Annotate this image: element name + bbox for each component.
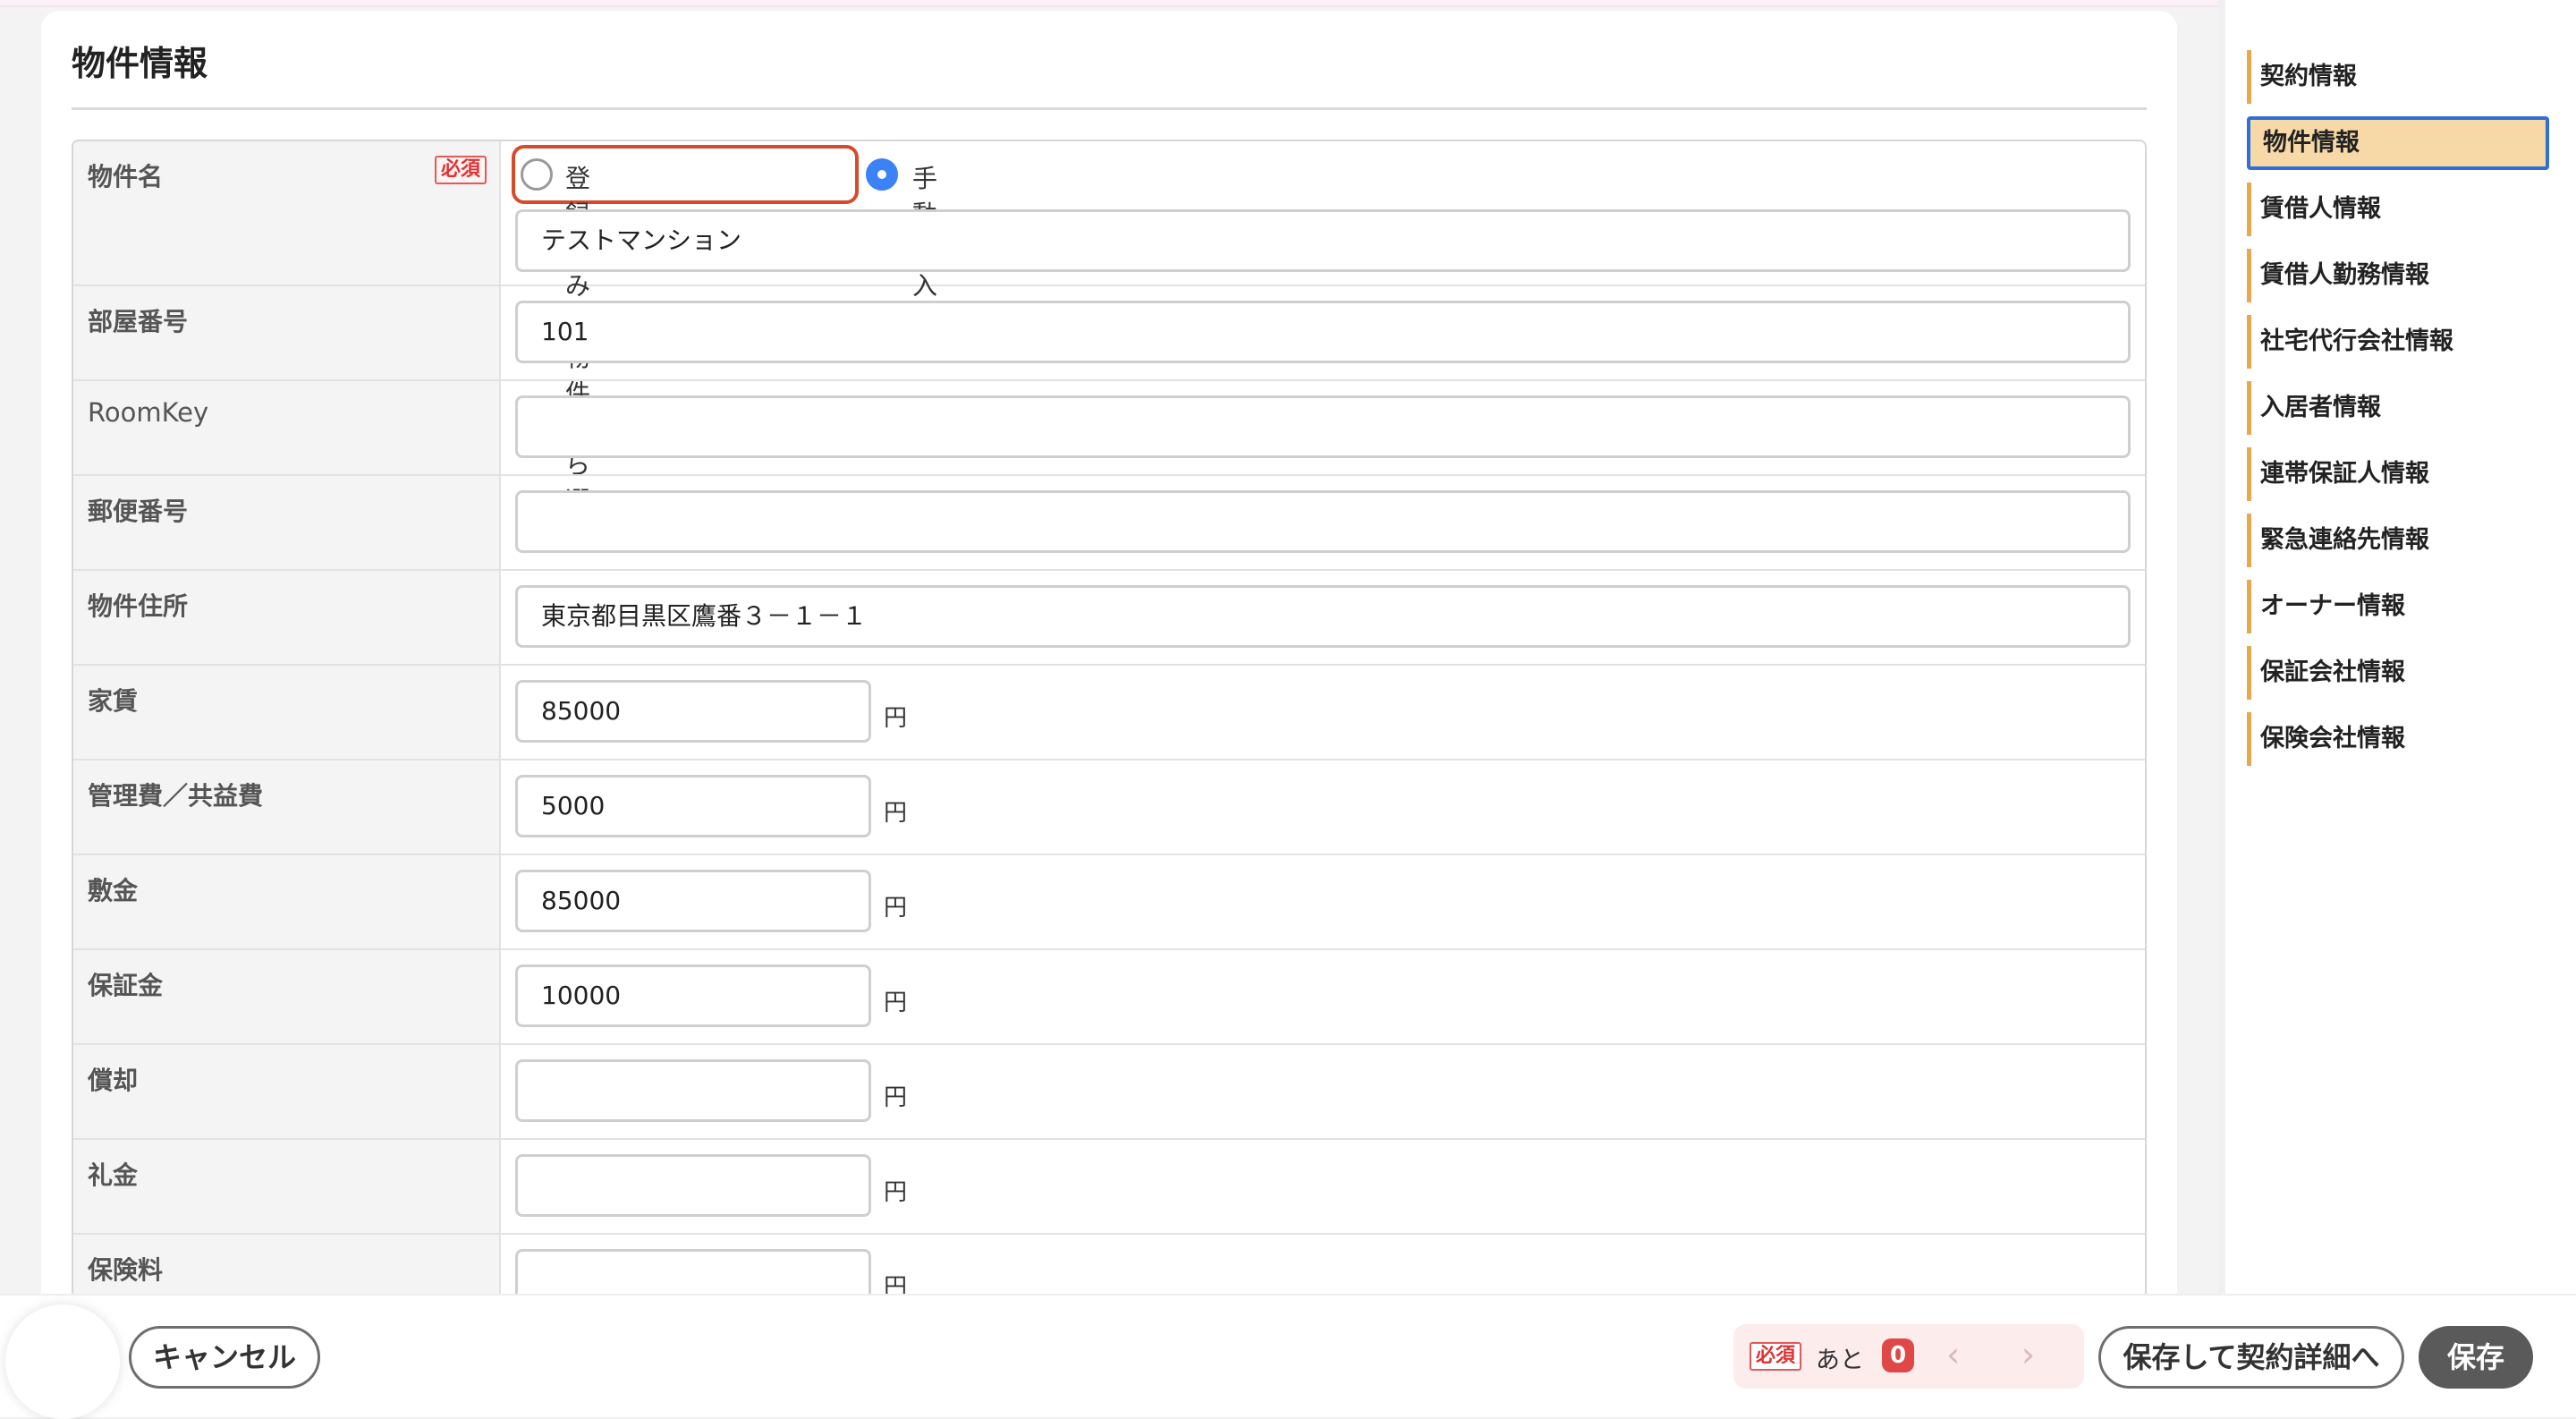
- management-fee-label: 管理費／共益費: [88, 781, 264, 811]
- remaining-label: あと: [1816, 1347, 1864, 1374]
- label-cell: 償却: [73, 1045, 501, 1138]
- nav-item-owner-info[interactable]: オーナー情報: [2247, 580, 2549, 633]
- label-cell: 保証金: [73, 950, 501, 1043]
- required-badge: 必須: [435, 156, 487, 184]
- save-button[interactable]: 保存: [2419, 1326, 2533, 1389]
- label-cell: 物件名 必須: [73, 141, 501, 285]
- row-room-number: 部屋番号 101: [73, 286, 2145, 381]
- nav-item-insurance-company-info[interactable]: 保険会社情報: [2247, 712, 2549, 766]
- guarantee-money-label: 保証金: [88, 971, 164, 1000]
- address-input[interactable]: 東京都目黒区鷹番３－１－１: [515, 585, 2131, 648]
- postal-code-input[interactable]: [515, 490, 2131, 553]
- row-guarantee-money: 保証金 10000 円: [73, 950, 2145, 1045]
- row-postal-code: 郵便番号: [73, 476, 2145, 571]
- property-info-card: 物件情報 物件名 必須 登録済みの物件から選択 手動で入力 テストマンション 部…: [41, 11, 2177, 1356]
- nav-item-emergency-contact-info[interactable]: 緊急連絡先情報: [2247, 514, 2549, 567]
- nav-item-corporate-housing-agent-info[interactable]: 社宅代行会社情報: [2247, 315, 2549, 369]
- required-remaining-panel: 必須 あと 0 ‹ ›: [1733, 1324, 2084, 1389]
- nav-item-tenant-info[interactable]: 賃借人情報: [2247, 183, 2549, 236]
- yen-unit: 円: [884, 1084, 908, 1111]
- radio-manual-input[interactable]: [866, 158, 898, 191]
- insurance-fee-label: 保険料: [88, 1255, 164, 1285]
- label-cell: 家賃: [73, 666, 501, 759]
- sidebar-divider: [2218, 0, 2225, 1417]
- room-key-label: RoomKey: [88, 397, 209, 428]
- rent-label: 家賃: [88, 686, 139, 716]
- yen-unit: 円: [884, 705, 908, 732]
- radio-registered-property[interactable]: [521, 158, 553, 191]
- yen-unit: 円: [884, 1179, 908, 1206]
- room-number-label: 部屋番号: [88, 307, 189, 336]
- nav-item-guarantee-company-info[interactable]: 保証会社情報: [2247, 646, 2549, 700]
- row-amortization: 償却 円: [73, 1045, 2145, 1140]
- row-room-key: RoomKey: [73, 381, 2145, 476]
- key-money-input[interactable]: [515, 1154, 871, 1217]
- property-form-table: 物件名 必須 登録済みの物件から選択 手動で入力 テストマンション 部屋番号 1…: [72, 140, 2147, 1356]
- yen-unit: 円: [884, 990, 908, 1016]
- deposit-input[interactable]: 85000: [515, 870, 871, 932]
- deposit-label: 敷金: [88, 876, 139, 905]
- row-address: 物件住所 東京都目黒区鷹番３－１－１: [73, 571, 2145, 666]
- remaining-count-badge: 0: [1882, 1338, 1914, 1372]
- nav-item-contract-info[interactable]: 契約情報: [2247, 50, 2549, 104]
- row-deposit: 敷金 85000 円: [73, 855, 2145, 950]
- amortization-input[interactable]: [515, 1059, 871, 1122]
- section-title: 物件情報: [72, 44, 208, 83]
- rent-input[interactable]: 85000: [515, 680, 871, 743]
- nav-item-resident-info[interactable]: 入居者情報: [2247, 381, 2549, 435]
- row-rent: 家賃 85000 円: [73, 666, 2145, 760]
- label-cell: 郵便番号: [73, 476, 501, 569]
- label-cell: 敷金: [73, 855, 501, 948]
- amortization-label: 償却: [88, 1066, 139, 1095]
- property-name-input[interactable]: テストマンション: [515, 209, 2131, 272]
- guarantee-money-input[interactable]: 10000: [515, 964, 871, 1027]
- yen-unit: 円: [884, 800, 908, 827]
- radio-highlight-box: [512, 145, 859, 204]
- yen-unit: 円: [884, 895, 908, 922]
- row-key-money: 礼金 円: [73, 1140, 2145, 1235]
- postal-code-label: 郵便番号: [88, 497, 189, 526]
- label-cell: RoomKey: [73, 381, 501, 474]
- row-property-name: 物件名 必須 登録済みの物件から選択 手動で入力 テストマンション: [73, 141, 2145, 551]
- address-label: 物件住所: [88, 591, 189, 621]
- cancel-button[interactable]: キャンセル: [129, 1326, 320, 1389]
- label-cell: 礼金: [73, 1140, 501, 1233]
- room-key-input[interactable]: [515, 395, 2131, 458]
- label-cell: 管理費／共益費: [73, 760, 501, 854]
- floating-circle-button[interactable]: [5, 1304, 120, 1419]
- title-divider: [72, 107, 2147, 110]
- save-and-contract-detail-button[interactable]: 保存して契約詳細へ: [2098, 1326, 2404, 1389]
- key-money-label: 礼金: [88, 1160, 139, 1190]
- label-cell: 部屋番号: [73, 286, 501, 379]
- room-number-input[interactable]: 101: [515, 301, 2131, 363]
- label-cell: 物件住所: [73, 571, 501, 664]
- property-name-label: 物件名: [88, 162, 164, 191]
- top-strip: [0, 0, 2576, 7]
- chevron-left-icon[interactable]: ‹: [1946, 1335, 1960, 1374]
- nav-item-joint-guarantor-info[interactable]: 連帯保証人情報: [2247, 447, 2549, 501]
- chevron-right-icon[interactable]: ›: [2021, 1335, 2035, 1374]
- nav-item-tenant-employment-info[interactable]: 賃借人勤務情報: [2247, 249, 2549, 302]
- management-fee-input[interactable]: 5000: [515, 775, 871, 837]
- nav-item-property-info[interactable]: 物件情報: [2247, 116, 2549, 170]
- row-management-fee: 管理費／共益費 5000 円: [73, 760, 2145, 855]
- required-badge: 必須: [1750, 1342, 1802, 1371]
